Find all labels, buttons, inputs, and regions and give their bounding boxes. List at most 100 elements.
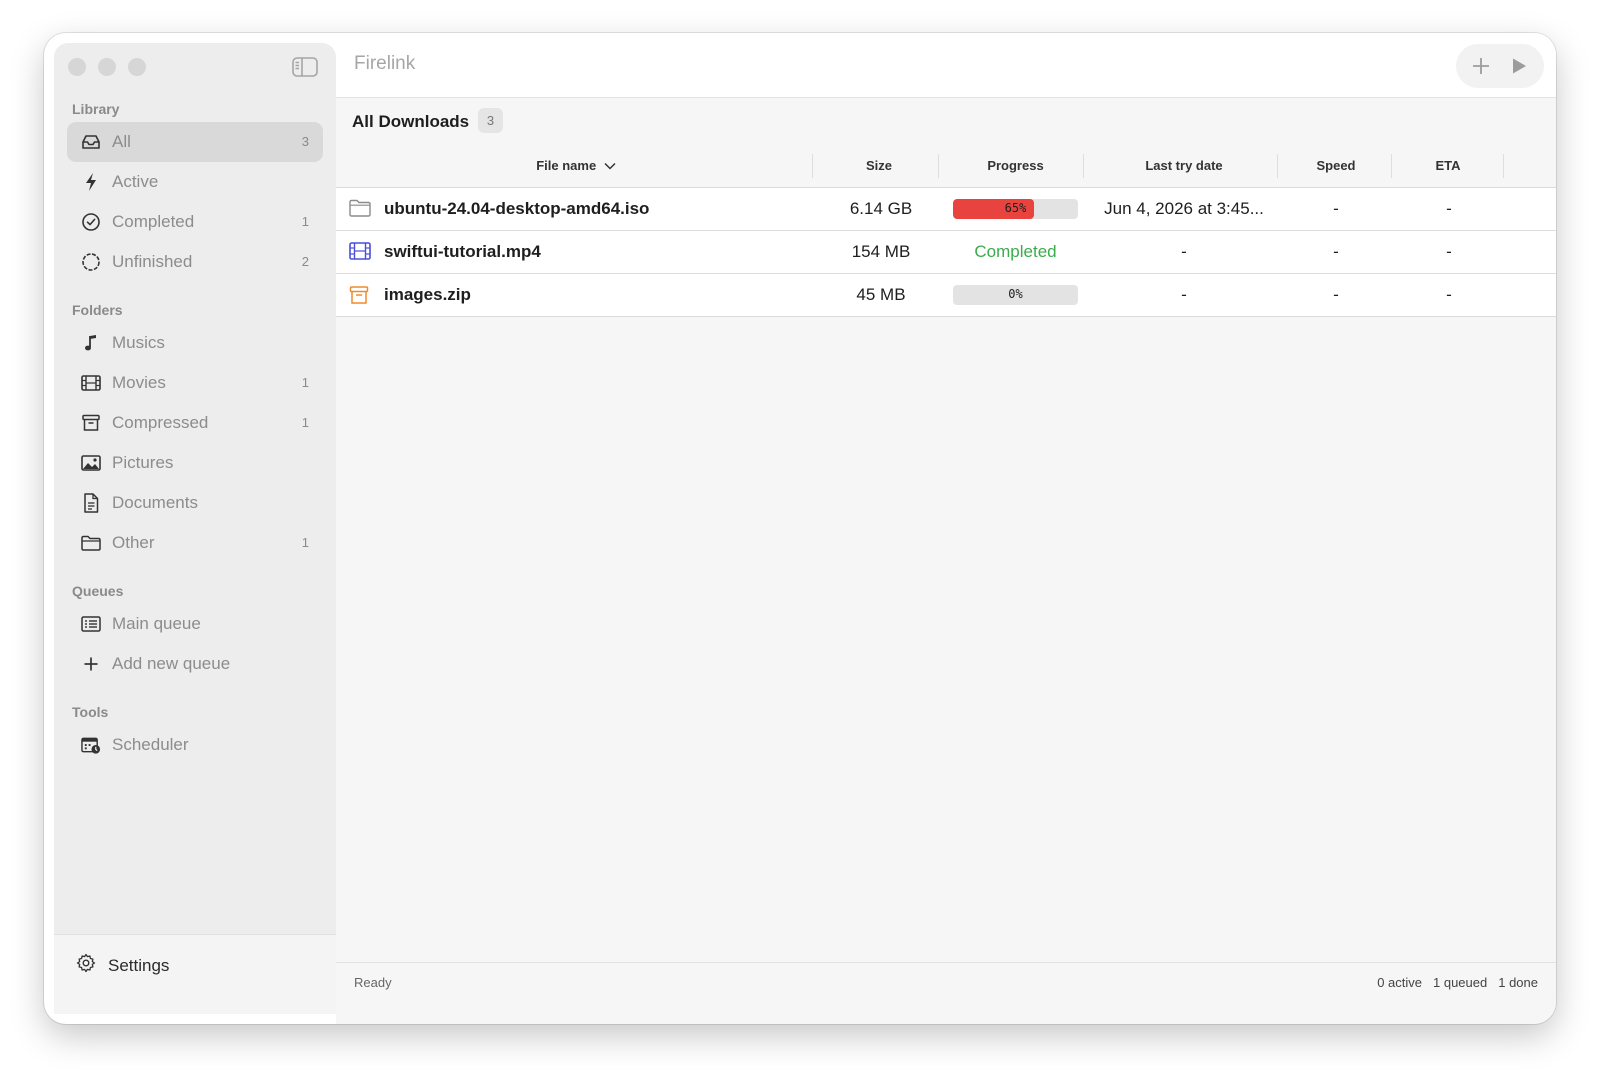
column-divider[interactable] xyxy=(812,154,813,178)
sidebar-item-documents[interactable]: Documents xyxy=(67,483,323,523)
folder-icon xyxy=(81,533,101,553)
file-name: swiftui-tutorial.mp4 xyxy=(384,242,541,261)
column-header-eta[interactable]: ETA xyxy=(1408,158,1488,173)
sidebar-item-count: 1 xyxy=(301,214,309,229)
progress-bar: 65% xyxy=(953,199,1078,219)
sidebar-item-scheduler[interactable]: Scheduler xyxy=(67,725,323,765)
list-title: All Downloads xyxy=(352,112,470,131)
table-header: File name Size Progress Last try date Sp… xyxy=(336,144,1556,188)
section-title-folders: Folders xyxy=(72,302,123,318)
toolbar-actions xyxy=(1456,44,1544,88)
sidebar-item-count: 1 xyxy=(301,415,309,430)
column-header-label: File name xyxy=(536,158,597,173)
app-title: Firelink xyxy=(354,53,416,74)
sidebar-item-label: Add new queue xyxy=(112,654,231,673)
eta: - xyxy=(1446,199,1452,218)
file-size: 6.14 GB xyxy=(849,199,913,218)
done-count: 1 done xyxy=(1498,975,1538,990)
settings-button[interactable]: Settings xyxy=(76,953,169,978)
column-divider[interactable] xyxy=(938,154,939,178)
add-new-queue-button[interactable]: Add new queue xyxy=(67,644,323,684)
play-icon xyxy=(1513,58,1526,74)
section-title-queues: Queues xyxy=(72,583,124,599)
table-row[interactable]: swiftui-tutorial.mp4 154 MB Completed - … xyxy=(336,231,1556,274)
sidebar-item-musics[interactable]: Musics xyxy=(67,323,323,363)
sidebar-item-label: Musics xyxy=(112,333,165,352)
list-header: All Downloads 3 xyxy=(336,98,1556,144)
last-try-date: Jun 4, 2026 at 3:45... xyxy=(1104,199,1264,218)
sidebar-item-count: 1 xyxy=(301,375,309,390)
calendar-clock-icon xyxy=(81,735,101,755)
zoom-window-button[interactable] xyxy=(128,58,146,76)
minimize-window-button[interactable] xyxy=(98,58,116,76)
column-divider[interactable] xyxy=(1503,154,1504,178)
column-header-speed[interactable]: Speed xyxy=(1296,158,1376,173)
sidebar-item-other[interactable]: Other 1 xyxy=(67,523,323,563)
status-text: Ready xyxy=(354,975,392,990)
start-button[interactable] xyxy=(1504,51,1534,81)
checkmark-circle-icon xyxy=(81,212,101,232)
folder-icon xyxy=(349,199,371,219)
status-bar: Ready 0 active 1 queued 1 done xyxy=(336,962,1556,1004)
tray-icon xyxy=(81,132,101,152)
sidebar-item-pictures[interactable]: Pictures xyxy=(67,443,323,483)
sidebar-item-unfinished[interactable]: Unfinished 2 xyxy=(67,242,323,282)
speed: - xyxy=(1333,199,1339,218)
add-download-button[interactable] xyxy=(1466,51,1496,81)
dashed-circle-icon xyxy=(81,252,101,272)
column-header-progress[interactable]: Progress xyxy=(958,158,1073,173)
sidebar-item-label: Scheduler xyxy=(112,735,189,754)
sidebar-item-label: Movies xyxy=(112,373,166,392)
sidebar-item-label: Compressed xyxy=(112,413,209,432)
music-note-icon xyxy=(81,333,101,353)
eta: - xyxy=(1446,285,1452,304)
sidebar-item-label: Active xyxy=(112,172,159,191)
document-icon xyxy=(81,493,101,513)
bolt-icon xyxy=(81,172,101,192)
section-title-tools: Tools xyxy=(72,704,109,720)
active-count: 0 active xyxy=(1377,975,1422,990)
window-controls xyxy=(68,58,146,76)
speed: - xyxy=(1333,242,1339,261)
archive-box-icon xyxy=(349,285,371,305)
toolbar: Firelink xyxy=(336,33,1556,98)
table-row[interactable]: images.zip 45 MB 0% - - - xyxy=(336,274,1556,317)
column-header-size[interactable]: Size xyxy=(839,158,919,173)
sidebar-item-movies[interactable]: Movies 1 xyxy=(67,363,323,403)
eta: - xyxy=(1446,242,1452,261)
plus-icon xyxy=(81,654,101,674)
plus-icon xyxy=(1473,58,1489,74)
close-window-button[interactable] xyxy=(68,58,86,76)
gear-icon xyxy=(76,953,96,978)
chevron-down-icon xyxy=(604,162,616,170)
table-row[interactable]: ubuntu-24.04-desktop-amd64.iso 6.14 GB 6… xyxy=(336,188,1556,231)
column-header-file-name[interactable]: File name xyxy=(536,158,616,173)
list-count-badge: 3 xyxy=(478,108,503,133)
sidebar-item-all[interactable]: All 3 xyxy=(67,122,323,162)
archive-box-icon xyxy=(81,413,101,433)
main-content: Firelink All Downloads 3 File name Size … xyxy=(336,33,1556,1024)
column-divider[interactable] xyxy=(1277,154,1278,178)
column-divider[interactable] xyxy=(1083,154,1084,178)
sidebar-item-label: Documents xyxy=(112,493,198,512)
sidebar-item-active[interactable]: Active xyxy=(67,162,323,202)
sidebar-toggle-icon[interactable] xyxy=(292,57,318,77)
settings-label: Settings xyxy=(108,955,170,975)
file-name: ubuntu-24.04-desktop-amd64.iso xyxy=(384,199,650,218)
list-icon xyxy=(81,614,101,634)
sidebar-footer: Settings xyxy=(54,934,336,1014)
sidebar-item-main-queue[interactable]: Main queue xyxy=(67,604,323,644)
column-divider[interactable] xyxy=(1391,154,1392,178)
column-header-last-try-date[interactable]: Last try date xyxy=(1104,158,1264,173)
progress-text: 65% xyxy=(1004,201,1027,215)
sidebar-item-label: Pictures xyxy=(112,453,174,472)
sidebar-item-compressed[interactable]: Compressed 1 xyxy=(67,403,323,443)
sidebar-item-label: Main queue xyxy=(112,614,201,633)
file-size: 154 MB xyxy=(851,242,911,261)
sidebar-item-completed[interactable]: Completed 1 xyxy=(67,202,323,242)
downloads-table: File name Size Progress Last try date Sp… xyxy=(336,144,1556,317)
progress-text: 0% xyxy=(1008,287,1023,301)
sidebar-item-count: 3 xyxy=(301,134,309,149)
speed: - xyxy=(1333,285,1339,304)
queued-count: 1 queued xyxy=(1433,975,1488,990)
